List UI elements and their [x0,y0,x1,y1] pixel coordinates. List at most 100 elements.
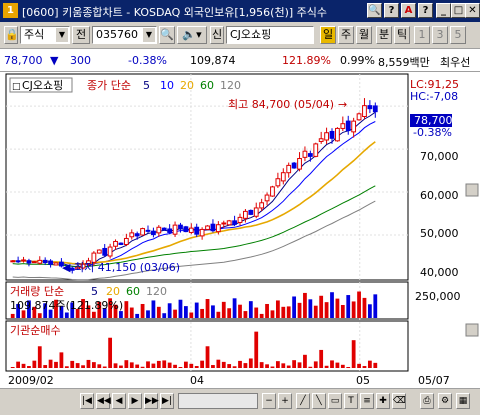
zoom-in-icon[interactable]: + [278,393,292,409]
scroll-slider[interactable] [178,393,258,409]
line-tool-icon[interactable]: ╱ [296,393,310,409]
inst-bar [351,340,356,368]
volume-bar [335,298,340,318]
inst-bar [335,362,340,368]
tab-tick[interactable]: 틱 [394,26,410,44]
next-icon[interactable]: ▶ [128,393,142,409]
volume-bar [254,307,259,318]
candle-body [140,228,145,236]
volume-bar [173,309,177,318]
chart-area[interactable]: CJ오쇼핑 □ 종가 단순 5 10 20 60 120 LC:91,25 HC… [0,72,480,388]
close-button[interactable]: ✕ [465,3,480,18]
inst-bar [156,360,161,368]
volume-bar [124,301,129,318]
inst-bar [324,365,329,368]
inst-bar [248,358,253,368]
candle-body [26,260,32,264]
zoom-out-icon[interactable]: − [262,393,276,409]
candle-body [134,233,140,237]
text-tool-icon[interactable]: T [344,393,358,409]
candle-body [199,228,205,237]
prev-page-icon[interactable]: ◀◀ [96,393,111,409]
inst-bar [227,364,232,368]
inst-bar [129,362,134,368]
maximize-button[interactable]: □ [451,3,466,18]
period-label[interactable]: 전 [72,26,90,44]
info-icon[interactable]: ? [418,3,433,18]
candle-body [167,228,173,233]
inst-bar [270,366,275,368]
candle-body [21,259,26,262]
code-input[interactable]: 035760 ▼ [92,26,157,44]
new-button[interactable]: 신 [210,26,224,44]
volume-bar [146,310,150,318]
market-select[interactable]: 주식 ▼ [20,26,70,44]
current-price: 78,700 [4,54,43,67]
eraser-icon[interactable]: ⌫ [392,393,406,409]
volume-bar [211,305,215,318]
inst-bar [194,366,199,368]
first-icon[interactable]: |◀ [80,393,94,409]
volume-bar [162,313,167,318]
volume-bar [351,301,356,318]
inst-bar [205,346,210,368]
volume-bar [362,297,367,318]
speaker-icon[interactable]: 🔈▾ [177,26,207,44]
grid-icon[interactable]: ▦ [456,393,470,409]
scale-up-button[interactable] [465,183,479,197]
candle-body [123,237,129,245]
tab-minute[interactable]: 분 [376,26,392,44]
scale-down-button[interactable] [465,323,479,337]
change-pct: -0.38% [128,54,167,67]
inst-bar [59,352,64,368]
volume-bar [238,304,242,318]
candle-body [48,260,53,265]
prev-icon[interactable]: ◀ [112,393,126,409]
candle-body [178,224,183,230]
settings-icon[interactable]: ⚙ [438,393,452,409]
inst-bar [221,361,226,368]
last-icon[interactable]: ▶| [160,393,174,409]
inst-bar [70,360,75,368]
inst-bar [275,361,280,368]
inst-bar [346,367,351,368]
font-icon[interactable]: A [401,3,416,18]
tag-icon: □ [12,82,21,92]
volume-bar [367,304,372,318]
tab-day[interactable]: 일 [320,26,336,44]
candle-body [356,113,362,121]
minimize-button[interactable]: _ [436,3,451,18]
fib-tool-icon[interactable]: ≡ [360,393,374,409]
lock-icon[interactable]: 🔒 [4,26,19,44]
inst-bar [75,363,80,368]
search-icon[interactable]: 🔍 [159,26,175,44]
tab-interval-1[interactable]: 1 [414,26,430,44]
tab-month[interactable]: 월 [356,26,372,44]
trend-tool-icon[interactable]: ╲ [312,393,326,409]
next-page-icon[interactable]: ▶▶ [144,393,159,409]
volume-bar [205,299,210,318]
print-icon[interactable]: ⎙ [420,393,434,409]
rect-tool-icon[interactable]: ▭ [328,393,342,409]
inst-bar [108,337,113,368]
volume-bar [308,299,313,318]
volume-bar [340,304,345,318]
tab-week[interactable]: 주 [338,26,354,44]
volume-value-label: 109,874주(121.89%) [10,299,123,312]
volume-bar [357,291,361,318]
help-icon[interactable]: ? [384,3,399,18]
inst-bar [64,366,69,368]
volume-bar [91,311,96,318]
best-quote-label: 최우선 [440,56,471,69]
candle-body [221,222,227,225]
tab-interval-5[interactable]: 5 [450,26,466,44]
inst-bar [297,362,302,368]
stock-name-field[interactable]: CJ오쇼핑 [226,26,314,44]
chart-canvas[interactable]: CJ오쇼핑 □ 종가 단순 5 10 20 60 120 LC:91,25 HC… [0,72,480,388]
tab-interval-3[interactable]: 3 [432,26,448,44]
candle-body [194,226,200,235]
candle-body [31,261,37,264]
cross-tool-icon[interactable]: ✚ [376,393,390,409]
search-icon[interactable]: 🔍 [367,3,382,18]
volume-bar [330,292,334,318]
